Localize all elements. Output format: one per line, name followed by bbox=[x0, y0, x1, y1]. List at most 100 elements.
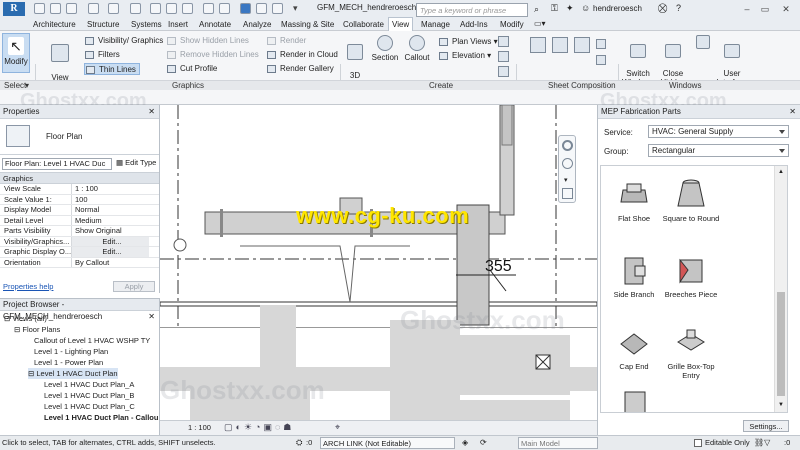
duplicate-view-icon[interactable] bbox=[498, 51, 509, 62]
user-name[interactable]: hendreroesch bbox=[593, 4, 642, 13]
part-breeches-piece[interactable]: Breeches Piece bbox=[661, 254, 721, 299]
property-row[interactable]: Orientation By Callout bbox=[0, 257, 159, 268]
minimize-icon[interactable]: – bbox=[740, 3, 754, 15]
legends-icon[interactable] bbox=[498, 66, 509, 77]
property-value[interactable]: Show Original bbox=[71, 226, 149, 236]
part-cap-end[interactable]: Cap End bbox=[604, 326, 664, 371]
group-select[interactable]: Rectangular bbox=[648, 144, 789, 157]
browser-item[interactable]: Callout of Level 1 HVAC WSHP TY bbox=[34, 335, 150, 346]
plan-views-button[interactable]: Plan Views ▾ bbox=[438, 36, 498, 48]
maximize-icon[interactable]: ▭ bbox=[758, 3, 772, 15]
thin-lines-icon[interactable] bbox=[240, 3, 251, 14]
design-options-icon[interactable]: ◈ bbox=[462, 436, 468, 450]
editing-requests-icon[interactable]: ⟳ bbox=[480, 436, 487, 450]
browser-item[interactable]: Level 1 HVAC Duct Plan_A bbox=[44, 379, 134, 390]
modify-button[interactable]: ↖ Modify bbox=[2, 33, 30, 73]
property-value[interactable]: Normal bbox=[71, 205, 149, 215]
zoom-icon[interactable] bbox=[562, 158, 573, 169]
property-value[interactable]: Edit... bbox=[71, 236, 149, 247]
apply-button[interactable]: Apply bbox=[113, 281, 155, 292]
render-button[interactable]: Render bbox=[266, 35, 306, 47]
instance-selector[interactable]: Floor Plan: Level 1 HVAC Duc bbox=[2, 158, 112, 170]
close-icon[interactable]: ✕ bbox=[148, 105, 155, 119]
tab-structure[interactable]: Structure bbox=[84, 18, 122, 31]
part-grille-box-top-entry[interactable]: Grille Box-Top Entry bbox=[661, 326, 721, 380]
active-workset[interactable]: ARCH LINK (Not Editable) bbox=[320, 437, 455, 449]
properties-help-link[interactable]: Properties help bbox=[3, 282, 53, 291]
property-row[interactable]: Scale Value 1: 100 bbox=[0, 194, 159, 205]
browser-item[interactable]: ⊟ Level 1 HVAC Duct Plan bbox=[28, 368, 118, 379]
tab-add-ins[interactable]: Add-Ins bbox=[457, 18, 491, 31]
text-icon[interactable] bbox=[182, 3, 193, 14]
filters-button[interactable]: Filters bbox=[84, 49, 120, 61]
tab-view[interactable]: View bbox=[388, 17, 414, 32]
graphics-group[interactable]: Graphics bbox=[0, 173, 159, 184]
property-value[interactable]: By Callout bbox=[71, 257, 149, 268]
tab-annotate[interactable]: Annotate bbox=[196, 18, 234, 31]
service-select[interactable]: HVAC: General Supply bbox=[648, 125, 789, 138]
save-icon[interactable] bbox=[50, 3, 61, 14]
zoom-dropdown-icon[interactable]: ▾ bbox=[564, 176, 568, 184]
render-gallery-button[interactable]: Render Gallery bbox=[266, 63, 334, 75]
sheet-composition-tools[interactable] bbox=[530, 37, 610, 73]
property-row[interactable]: Display Model Normal bbox=[0, 205, 159, 216]
design-option[interactable]: Main Model bbox=[518, 437, 598, 449]
switch-windows-icon[interactable] bbox=[272, 3, 283, 14]
navigation-bar[interactable]: ▾ bbox=[558, 135, 576, 203]
undo-icon[interactable] bbox=[88, 3, 99, 14]
browser-item[interactable]: Level 1 - Lighting Plan bbox=[34, 346, 108, 357]
dimension-value[interactable]: 355 bbox=[485, 258, 512, 276]
property-row[interactable]: Detail Level Medium bbox=[0, 215, 159, 226]
property-value[interactable]: Edit... bbox=[71, 247, 149, 257]
steering-wheel-icon[interactable] bbox=[562, 140, 573, 151]
tab-massing-site[interactable]: Massing & Site bbox=[278, 18, 337, 31]
property-row[interactable]: View Scale 1 : 100 bbox=[0, 184, 159, 195]
selection-icons[interactable]: ⛓▽ bbox=[754, 436, 770, 450]
part-flat-shoe[interactable]: Flat Shoe bbox=[604, 178, 664, 223]
browser-item[interactable]: Level 1 HVAC Duct Plan - Callou bbox=[44, 412, 158, 423]
close-icon[interactable]: ✕ bbox=[789, 105, 796, 119]
type-selector[interactable]: Floor Plan bbox=[0, 119, 159, 155]
part-partial[interactable] bbox=[604, 388, 664, 412]
help-icon[interactable]: ? bbox=[676, 3, 681, 13]
scrollbar-thumb[interactable] bbox=[777, 292, 785, 396]
thin-lines-button[interactable]: Thin Lines bbox=[84, 63, 140, 75]
editable-only-checkbox[interactable] bbox=[694, 439, 702, 447]
property-value[interactable]: Medium bbox=[71, 215, 149, 226]
binoculars-icon[interactable]: ⌕ bbox=[534, 4, 539, 15]
cart-icon[interactable]: ⛒ bbox=[658, 3, 667, 14]
property-row[interactable]: Visibility/Graphics... Edit... bbox=[0, 236, 159, 247]
subscription-icon[interactable]: ⚿ bbox=[551, 3, 558, 14]
browser-item[interactable]: ⊟ Floor Plans bbox=[14, 324, 60, 335]
property-row[interactable]: Graphic Display O... Edit... bbox=[0, 247, 159, 258]
print-icon[interactable] bbox=[130, 3, 141, 14]
cut-profile-button[interactable]: Cut Profile bbox=[166, 63, 217, 75]
dimension-icon[interactable] bbox=[166, 3, 177, 14]
property-row[interactable]: Parts Visibility Show Original bbox=[0, 226, 159, 237]
tab-modify[interactable]: Modify bbox=[497, 18, 527, 31]
show-hidden-lines-button[interactable]: Show Hidden Lines bbox=[166, 35, 249, 47]
view-scale[interactable]: 1 : 100 bbox=[188, 423, 211, 432]
parts-scrollbar[interactable]: ▲ ▼ bbox=[774, 166, 787, 412]
close-hidden-icon[interactable] bbox=[256, 3, 267, 14]
search-input[interactable]: Type a keyword or phrase bbox=[416, 3, 528, 17]
tab-collaborate[interactable]: Collaborate bbox=[340, 18, 387, 31]
browser-item[interactable]: Level 1 HVAC Duct Plan_C bbox=[44, 401, 135, 412]
tab-architecture[interactable]: Architecture bbox=[30, 18, 79, 31]
user-icon[interactable]: ☺ bbox=[581, 3, 590, 13]
drawing-canvas[interactable]: ▾ 355 www.cg-ku.com Ghostxx.com Ghostxx.… bbox=[160, 105, 597, 420]
drafting-view-icon[interactable] bbox=[498, 36, 509, 47]
ribbon-toggle-icon[interactable]: ▭▾ bbox=[534, 19, 546, 28]
worksets-icon[interactable]: ⛭ bbox=[296, 436, 302, 450]
redo-icon[interactable] bbox=[108, 3, 119, 14]
browser-item[interactable]: ⊟ Views (all) bbox=[4, 313, 47, 324]
zoom-out-icon[interactable] bbox=[562, 188, 573, 199]
tab-insert[interactable]: Insert bbox=[165, 18, 191, 31]
section-icon[interactable] bbox=[219, 3, 230, 14]
close-icon[interactable]: ✕ bbox=[148, 311, 155, 323]
tab-manage[interactable]: Manage bbox=[418, 18, 453, 31]
view-control-icons[interactable]: ▢◐☀◔▣◌☗ bbox=[224, 422, 294, 433]
browser-item[interactable]: Level 1 - Power Plan bbox=[34, 357, 103, 368]
render-in-cloud-button[interactable]: Render in Cloud bbox=[266, 49, 338, 61]
measure-icon[interactable] bbox=[150, 3, 161, 14]
